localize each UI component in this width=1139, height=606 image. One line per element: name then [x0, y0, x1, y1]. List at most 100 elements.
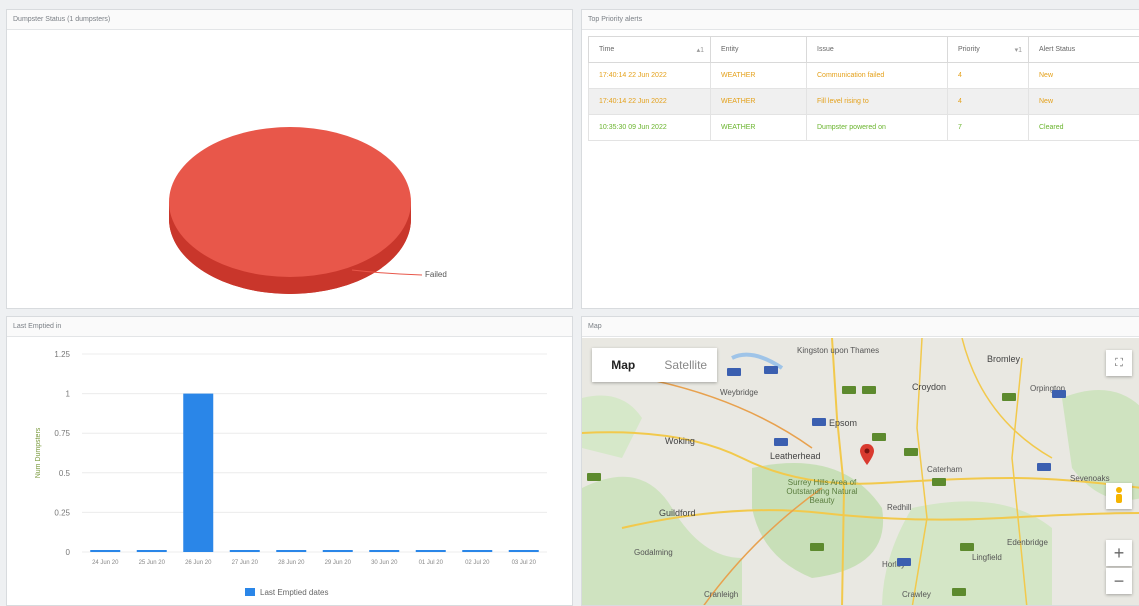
table-row[interactable]: 17:40:14 22 Jun 2022 WEATHER Communicati… [589, 63, 1139, 89]
tab-map[interactable]: Map [592, 348, 655, 382]
sort-icon[interactable]: ▴1 [697, 46, 704, 54]
cell-entity: WEATHER [711, 63, 807, 89]
column-header-time[interactable]: Time▴1 [589, 37, 711, 63]
pie-label-failed: Failed [425, 270, 447, 279]
place-label: Redhill [887, 503, 911, 512]
y-tick-label: 0.25 [54, 508, 70, 517]
road-marker [952, 588, 966, 596]
x-tick-label: 26 Jun 20 [185, 560, 212, 566]
road-marker [904, 448, 918, 456]
x-tick-label: 03 Jul 20 [512, 560, 537, 566]
cell-status: New [1029, 89, 1139, 115]
road-marker [1002, 393, 1016, 401]
cell-time: 17:40:14 22 Jun 2022 [589, 63, 711, 89]
place-label: Surrey Hills Area of Outstanding Natural… [782, 478, 862, 505]
cell-priority: 4 [948, 63, 1029, 89]
top-priority-alerts-panel: Top Priority alerts Time▴1 Entity Issue … [581, 9, 1139, 309]
column-header-priority[interactable]: Priority▾1 [948, 37, 1029, 63]
x-tick-label: 30 Jun 20 [371, 560, 398, 566]
zoom-out-button[interactable]: − [1106, 568, 1132, 594]
fullscreen-icon[interactable]: ⛶ [1106, 350, 1132, 376]
road-marker [587, 473, 601, 481]
y-tick-label: 1.25 [54, 350, 70, 359]
place-label: Cranleigh [704, 590, 738, 599]
road-marker [1052, 390, 1066, 398]
map-canvas[interactable]: Map Satellite Kingston upon Thames Broml… [582, 338, 1139, 605]
road-marker [727, 368, 741, 376]
y-axis-label: Num Dumpsters [35, 427, 42, 478]
place-label: Caterham [927, 465, 962, 474]
bar[interactable] [323, 550, 353, 552]
legend-label: Last Emptied dates [260, 588, 328, 597]
road-marker [842, 386, 856, 394]
cell-time: 10:35:30 09 Jun 2022 [589, 115, 711, 141]
table-row[interactable]: 10:35:30 09 Jun 2022 WEATHER Dumpster po… [589, 115, 1139, 141]
map-type-control: Map Satellite [592, 348, 717, 382]
road-marker [810, 543, 824, 551]
sort-icon[interactable]: ▾1 [1015, 46, 1022, 54]
place-label: Guildford [659, 508, 696, 518]
map-panel: Map Map Satellite Kingston upon Thames B… [581, 316, 1139, 606]
bar[interactable] [509, 550, 539, 552]
tab-satellite[interactable]: Satellite [655, 348, 718, 382]
road-marker [872, 433, 886, 441]
cell-priority: 7 [948, 115, 1029, 141]
y-tick-label: 0 [66, 548, 71, 557]
cell-status: New [1029, 63, 1139, 89]
table-row[interactable]: 17:40:14 22 Jun 2022 WEATHER Fill level … [589, 89, 1139, 115]
x-tick-label: 28 Jun 20 [278, 560, 305, 566]
x-tick-label: 24 Jun 20 [92, 560, 119, 566]
bar[interactable] [369, 550, 399, 552]
street-view-pegman-icon[interactable] [1106, 483, 1132, 509]
cell-priority: 4 [948, 89, 1029, 115]
place-label: Weybridge [720, 388, 758, 397]
pie-slice-failed[interactable] [169, 127, 411, 294]
road-marker [897, 558, 911, 566]
column-header-alert-status[interactable]: Alert Status [1029, 37, 1139, 63]
bar[interactable] [90, 550, 120, 552]
cell-time: 17:40:14 22 Jun 2022 [589, 89, 711, 115]
bar[interactable] [137, 550, 167, 552]
place-label: Lingfield [972, 553, 1002, 562]
last-emptied-panel: Last Emptied in 1.2510.750.50.250Num Dum… [6, 316, 573, 606]
location-pin-icon[interactable] [860, 444, 874, 466]
cell-issue: Communication failed [807, 63, 948, 89]
panel-title: Last Emptied in [7, 317, 572, 337]
place-label: Sevenoaks [1070, 474, 1110, 483]
bar[interactable] [276, 550, 306, 552]
panel-title: Dumpster Status (1 dumpsters) [7, 10, 572, 30]
bar-chart: 1.2510.750.50.250Num Dumpsters24 Jun 202… [7, 337, 573, 606]
legend-swatch [245, 588, 255, 596]
place-label: Edenbridge [1007, 538, 1048, 547]
y-tick-label: 0.5 [59, 469, 71, 478]
x-tick-label: 01 Jul 20 [419, 560, 444, 566]
bar[interactable] [230, 550, 260, 552]
bar[interactable] [183, 394, 213, 552]
place-label: Woking [665, 436, 695, 446]
x-tick-label: 27 Jun 20 [232, 560, 259, 566]
place-label: Kingston upon Thames [797, 346, 879, 355]
cell-issue: Fill level rising to [807, 89, 948, 115]
x-tick-label: 25 Jun 20 [139, 560, 166, 566]
cell-entity: WEATHER [711, 89, 807, 115]
road-marker [960, 543, 974, 551]
x-tick-label: 02 Jul 20 [465, 560, 490, 566]
place-label: Bromley [987, 354, 1020, 364]
zoom-in-button[interactable]: + [1106, 540, 1132, 566]
place-label: Croydon [912, 382, 946, 392]
column-header-entity[interactable]: Entity [711, 37, 807, 63]
bar[interactable] [462, 550, 492, 552]
pie-chart: Failed [7, 30, 573, 309]
road-marker [812, 418, 826, 426]
road-marker [932, 478, 946, 486]
road-marker [774, 438, 788, 446]
place-label: Epsom [829, 418, 857, 428]
cell-issue: Dumpster powered on [807, 115, 948, 141]
bar[interactable] [416, 550, 446, 552]
alerts-table: Time▴1 Entity Issue Priority▾1 Alert Sta… [588, 36, 1139, 141]
place-label: Leatherhead [770, 451, 821, 461]
x-tick-label: 29 Jun 20 [325, 560, 352, 566]
column-header-issue[interactable]: Issue [807, 37, 948, 63]
panel-title: Map [582, 317, 1139, 337]
road-marker [862, 386, 876, 394]
